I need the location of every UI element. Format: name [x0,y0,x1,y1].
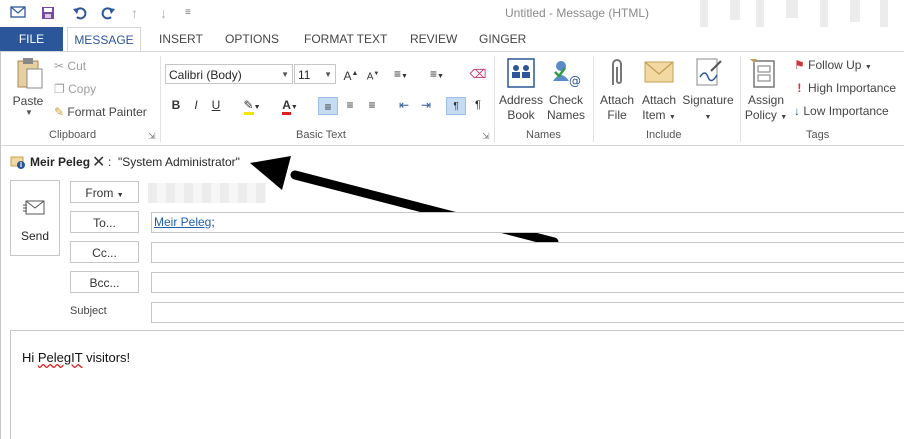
window-left-border [0,51,1,439]
to-button[interactable]: To... [70,211,139,233]
cc-button[interactable]: Cc... [70,241,139,263]
subject-field[interactable] [151,302,904,323]
message-body[interactable]: Hi PelegIT visitors! [10,330,904,439]
chevron-down-icon: ▼ [116,192,124,199]
subject-label: Subject [70,305,107,317]
from-value-blurred [148,183,266,203]
recipient-link[interactable]: Meir Peleg [154,215,211,229]
cc-field[interactable] [151,242,904,263]
send-button[interactable]: Send [10,180,60,256]
send-icon [23,200,45,215]
misspelled-word[interactable]: PelegIT [38,350,83,365]
bcc-field[interactable] [151,272,904,293]
bcc-button[interactable]: Bcc... [70,271,139,293]
send-label: Send [20,229,50,243]
to-field[interactable]: Meir Peleg; [151,212,904,233]
body-text: Hi PelegIT visitors! [22,350,131,365]
from-button[interactable]: From ▼ [70,181,139,203]
